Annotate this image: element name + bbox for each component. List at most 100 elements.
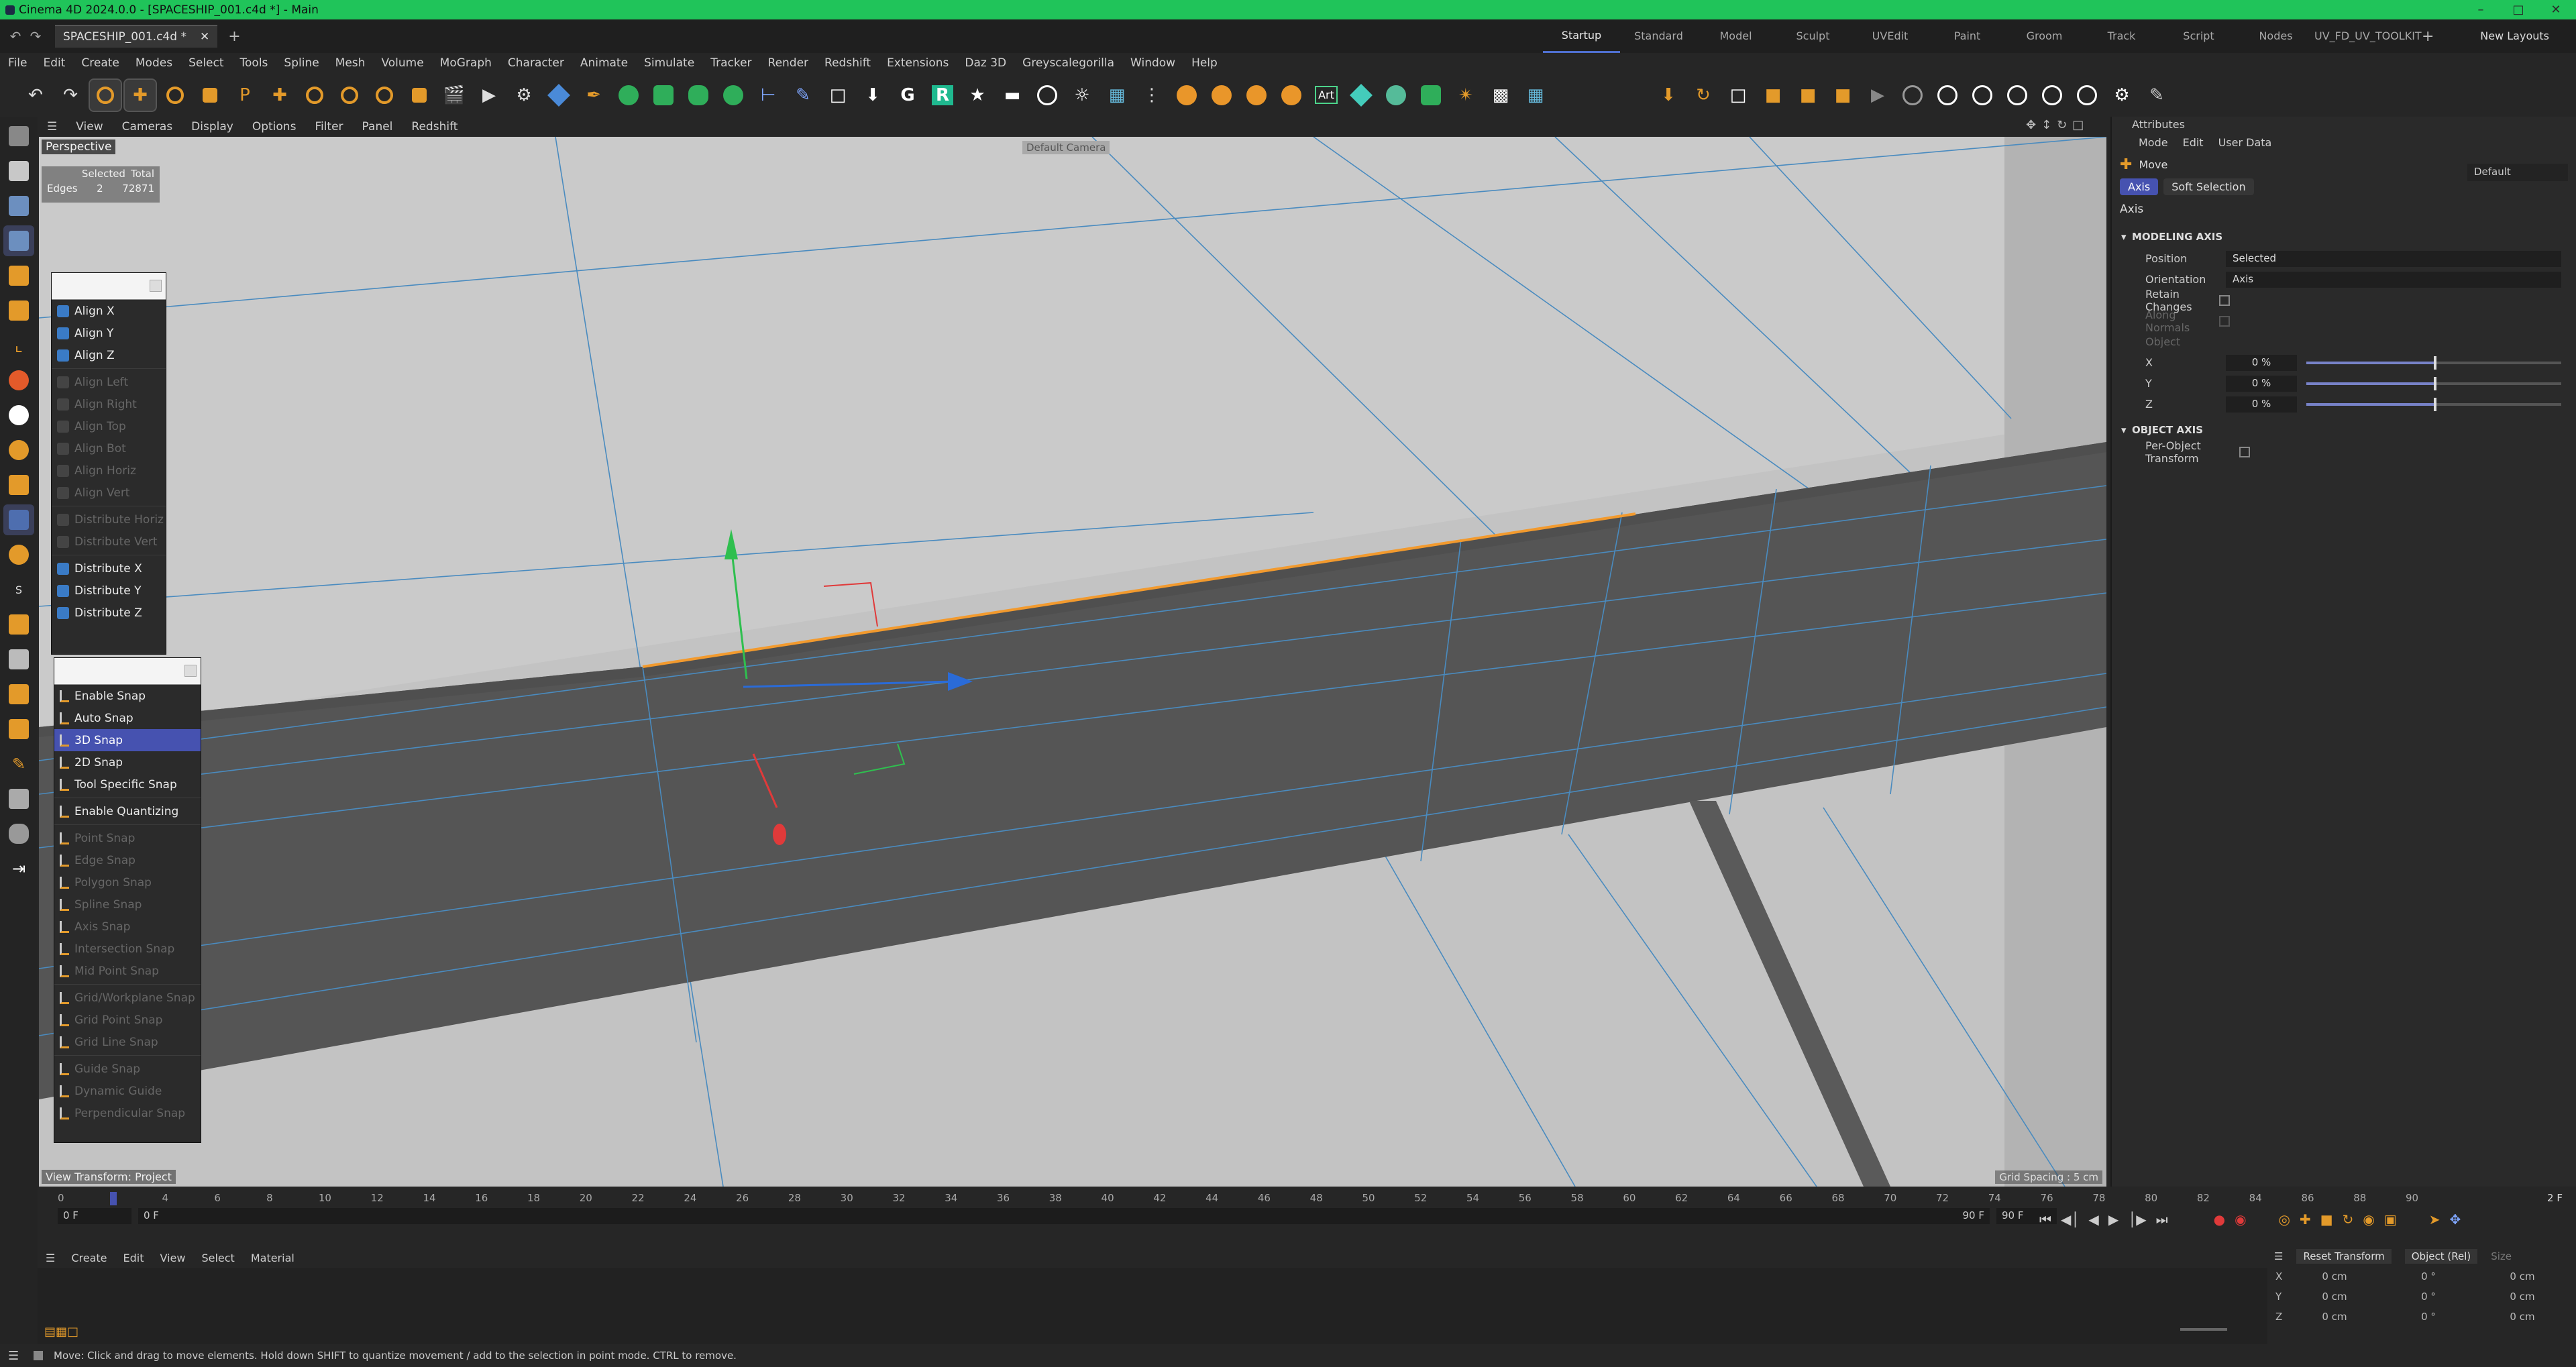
align-item[interactable]: Distribute Z: [52, 602, 166, 624]
snap-item[interactable]: Guide Snap: [54, 1058, 201, 1080]
menu-file[interactable]: File: [0, 56, 35, 70]
material-sphere-3-icon[interactable]: [1241, 80, 1272, 111]
close-icon[interactable]: ✕: [2537, 0, 2575, 19]
plugin-book-icon[interactable]: ▩: [1485, 80, 1516, 111]
coord-size-field[interactable]: 0 cm: [2475, 1311, 2569, 1323]
snap-item[interactable]: Polygon Snap: [54, 871, 201, 893]
rotate-tool-icon[interactable]: [160, 80, 191, 111]
layout-tab-uvedit[interactable]: UVEdit: [1851, 19, 1929, 53]
along-normals-checkbox[interactable]: [2219, 315, 2230, 327]
light-object-icon[interactable]: ★: [962, 80, 993, 111]
wave-tool-4-icon[interactable]: [2037, 80, 2068, 111]
viewport-menu-filter[interactable]: Filter: [305, 120, 352, 133]
undo-icon[interactable]: ↶: [5, 28, 25, 44]
document-tab[interactable]: SPACESHIP_001.c4d * ✕: [55, 25, 218, 48]
x-axis-lock-icon[interactable]: [299, 80, 330, 111]
go-start-icon[interactable]: ⏮: [2039, 1211, 2051, 1227]
mograph-effector-icon[interactable]: [718, 80, 749, 111]
document-icon[interactable]: □: [1723, 80, 1754, 111]
fps-icon[interactable]: ▣: [2384, 1211, 2397, 1227]
menu-tools[interactable]: Tools: [232, 56, 276, 70]
menu-spline[interactable]: Spline: [276, 56, 327, 70]
floor-object-icon[interactable]: ⬇: [857, 80, 888, 111]
material-menu-select[interactable]: Select: [193, 1252, 242, 1264]
menu-redshift[interactable]: Redshift: [816, 56, 879, 70]
reset-transform-button[interactable]: Reset Transform: [2296, 1249, 2392, 1264]
measure-icon[interactable]: ⇥: [3, 853, 34, 884]
menu-tracker[interactable]: Tracker: [702, 56, 759, 70]
playhead[interactable]: [110, 1192, 117, 1205]
render-picture-viewer-icon[interactable]: ▶: [474, 80, 504, 111]
align-item[interactable]: Distribute Y: [52, 580, 166, 602]
snap-item[interactable]: Perpendicular Snap: [54, 1102, 201, 1124]
align-palette-header[interactable]: [52, 273, 166, 300]
layout-tab-paint[interactable]: Paint: [1929, 19, 2006, 53]
point-mode-icon[interactable]: [3, 190, 34, 221]
play-back-icon[interactable]: ◀: [2088, 1211, 2098, 1227]
material-menu-material[interactable]: Material: [243, 1252, 303, 1264]
menu-extensions[interactable]: Extensions: [879, 56, 957, 70]
axis-mode-icon[interactable]: ⌞: [3, 330, 34, 361]
menu-mograph[interactable]: MoGraph: [432, 56, 500, 70]
z-axis-lock-icon[interactable]: [369, 80, 400, 111]
plugin-cube-icon[interactable]: [1346, 80, 1377, 111]
position-dropdown[interactable]: Selected: [2226, 250, 2561, 267]
workplane-icon[interactable]: [3, 470, 34, 500]
paint-brush-icon[interactable]: [3, 609, 34, 640]
snap-item[interactable]: Dynamic Guide: [54, 1080, 201, 1102]
ring-tool-icon[interactable]: [1897, 80, 1928, 111]
edge-mode-icon[interactable]: [3, 225, 34, 256]
tweak-icon[interactable]: ✥: [2450, 1211, 2461, 1227]
lock-workplane-icon[interactable]: S: [3, 574, 34, 605]
attributes-menu-mode[interactable]: Mode: [2139, 136, 2168, 149]
coord-hamburger-icon[interactable]: ☰: [2274, 1250, 2283, 1262]
align-item[interactable]: Distribute X: [52, 557, 166, 580]
viewport-menu-redshift[interactable]: Redshift: [402, 120, 467, 133]
next-key-icon[interactable]: │▶: [2128, 1211, 2146, 1227]
snap-item[interactable]: Point Snap: [54, 827, 201, 849]
key-param-icon[interactable]: ◉: [2363, 1211, 2374, 1227]
motion-icon[interactable]: ➤: [2429, 1211, 2440, 1227]
guide-icon[interactable]: [3, 644, 34, 675]
material-sphere-2-icon[interactable]: [1206, 80, 1237, 111]
snap-s-icon[interactable]: [3, 365, 34, 396]
brush-icon[interactable]: ✎: [2141, 80, 2172, 111]
menu-animate[interactable]: Animate: [572, 56, 636, 70]
scale-tool-icon[interactable]: [195, 80, 225, 111]
pencil-icon[interactable]: ✎: [3, 749, 34, 779]
point-grid-icon[interactable]: ⋮: [1136, 80, 1167, 111]
plugin-hub-icon[interactable]: ✴: [1450, 80, 1481, 111]
snap-item[interactable]: Grid Point Snap: [54, 1009, 201, 1031]
grid-plane-icon[interactable]: [3, 504, 34, 535]
viewport-menu-panel[interactable]: Panel: [353, 120, 402, 133]
add-layout-icon[interactable]: +: [2422, 28, 2434, 45]
coordinate-system-icon[interactable]: [404, 80, 435, 111]
menu-window[interactable]: Window: [1122, 56, 1183, 70]
snap-item[interactable]: Grid/Workplane Snap: [54, 987, 201, 1009]
layout-tab-track[interactable]: Track: [2083, 19, 2160, 53]
viewport-menu-display[interactable]: Display: [182, 120, 243, 133]
x-field[interactable]: 0 %: [2226, 354, 2297, 371]
viewport-name-label[interactable]: Perspective: [42, 140, 116, 154]
coord-size-field[interactable]: 0 cm: [2475, 1270, 2569, 1282]
save-icon[interactable]: ■: [1792, 80, 1823, 111]
key-move-icon[interactable]: ✚: [2300, 1211, 2311, 1227]
viewport-nav-icons[interactable]: ✥↕↻□: [2026, 118, 2089, 132]
menu-volume[interactable]: Volume: [373, 56, 431, 70]
soft-selection-icon[interactable]: [3, 539, 34, 570]
align-item[interactable]: Distribute Vert: [52, 531, 166, 553]
snap-palette-header[interactable]: [54, 658, 201, 685]
new-layouts-button[interactable]: New Layouts: [2480, 19, 2549, 53]
area-light-icon[interactable]: ☼: [1067, 80, 1097, 111]
shield-tool-icon[interactable]: [3, 818, 34, 849]
align-item[interactable]: Align Right: [52, 393, 166, 415]
material-menu-view[interactable]: View: [152, 1252, 194, 1264]
viewport-scene[interactable]: [39, 137, 2106, 1187]
palette-close-icon[interactable]: [184, 665, 197, 677]
environment-icon[interactable]: [1032, 80, 1063, 111]
snap-item[interactable]: Axis Snap: [54, 916, 201, 938]
stamp-icon[interactable]: [3, 714, 34, 745]
go-end-icon[interactable]: ⏭: [2156, 1211, 2168, 1227]
snap-item[interactable]: Tool Specific Snap: [54, 773, 201, 796]
material-sphere-1-icon[interactable]: [1171, 80, 1202, 111]
